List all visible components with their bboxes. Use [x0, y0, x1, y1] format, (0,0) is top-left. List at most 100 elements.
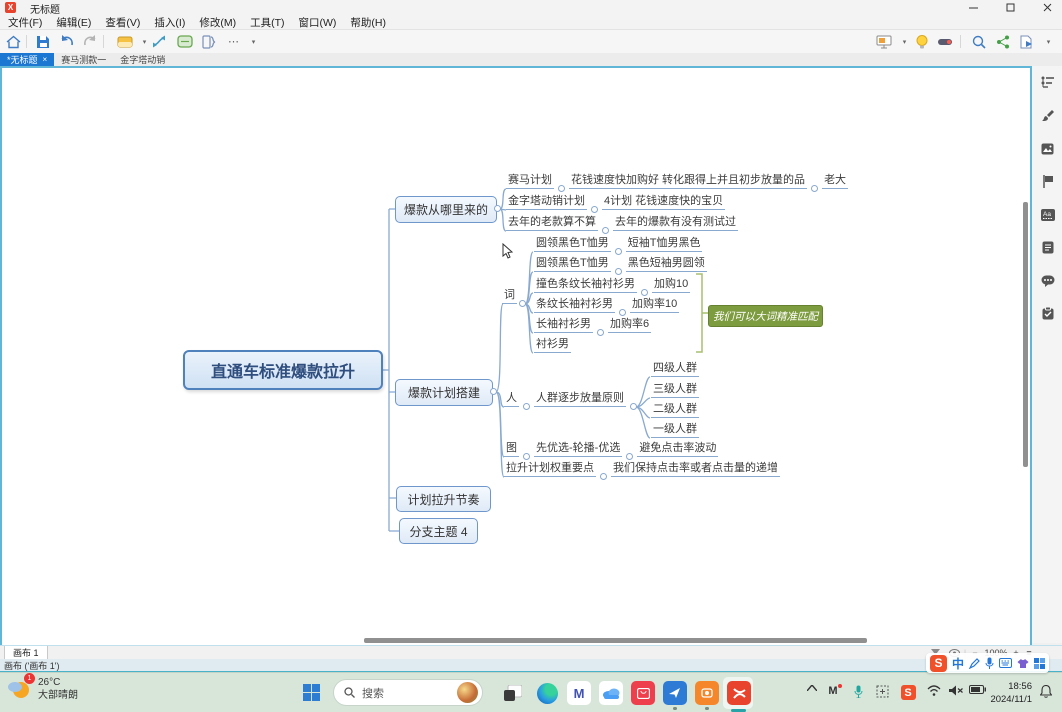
search-icon[interactable] [970, 33, 987, 50]
close-button[interactable] [1032, 0, 1062, 15]
connector-dot[interactable] [615, 268, 622, 275]
collapse-dot[interactable] [490, 388, 497, 395]
summary-callout[interactable]: 我们可以大词精准匹配 [708, 305, 823, 327]
tray-expand-icon[interactable] [804, 685, 820, 691]
connector-dot[interactable] [615, 248, 622, 255]
redo-icon[interactable] [82, 33, 99, 50]
start-button[interactable] [303, 684, 320, 701]
topic-text[interactable]: 去年的老款算不算 [506, 215, 598, 231]
connector-dot[interactable] [558, 185, 565, 192]
menu-view[interactable]: 查看(V) [105, 15, 140, 30]
undo-icon[interactable] [58, 33, 75, 50]
topic-row[interactable]: 撞色条纹长袖衬衫男 加购10 [534, 277, 690, 293]
topic-text[interactable]: 拉升计划权重要点 [504, 461, 596, 477]
lightbulb-icon[interactable] [913, 33, 930, 50]
weather-widget[interactable]: 1 26°C 大部晴朗 [6, 676, 78, 702]
outline-icon[interactable] [1040, 74, 1055, 89]
menu-modify[interactable]: 修改(M) [199, 15, 236, 30]
edge-browser-icon[interactable] [535, 681, 559, 705]
topic-text[interactable]: 人群逐步放量原则 [534, 391, 626, 407]
ime-mic-icon[interactable] [985, 657, 994, 669]
menu-help[interactable]: 帮助(H) [350, 15, 386, 30]
ime-mode-toggle[interactable]: 中 [952, 655, 964, 672]
collapse-dot[interactable] [630, 403, 637, 410]
topic-row[interactable]: 条纹长袖衬衫男 加购率10 [534, 297, 679, 313]
collapse-dot[interactable] [519, 300, 526, 307]
menu-insert[interactable]: 插入(I) [154, 15, 185, 30]
topic-row[interactable]: 二级人群 [651, 402, 699, 418]
topic-text[interactable]: 图 [504, 441, 519, 457]
menu-window[interactable]: 窗口(W) [299, 15, 337, 30]
topic-text[interactable]: 四级人群 [651, 361, 699, 377]
red-app-icon[interactable] [631, 681, 655, 705]
topic-row[interactable]: 衬衫男 [534, 337, 571, 353]
tab-untitled[interactable]: *无标题 × [0, 53, 54, 66]
sogou-logo-icon[interactable]: S [930, 655, 947, 672]
menu-tools[interactable]: 工具(T) [250, 15, 284, 30]
tray-m-icon[interactable]: M [826, 685, 844, 697]
relationship-icon[interactable] [150, 33, 167, 50]
presentation-dropdown-icon[interactable]: ▾ [896, 33, 913, 50]
topic-text[interactable]: 花钱速度快加购好 转化跟得上并且初步放量的品 [569, 173, 807, 189]
collapse-dot[interactable] [494, 205, 501, 212]
topic-text[interactable]: 撞色条纹长袖衬衫男 [534, 277, 637, 293]
topic-text[interactable]: 加购率10 [630, 297, 679, 313]
topic-text[interactable]: 条纹长袖衬衫男 [534, 297, 615, 313]
topic-text[interactable]: 圆领黑色T恤男 [534, 256, 611, 272]
topic-text[interactable]: 圆领黑色T恤男 [534, 236, 611, 252]
menu-file[interactable]: 文件(F) [8, 15, 42, 30]
topic-text[interactable]: 衬衫男 [534, 337, 571, 353]
topic-text[interactable]: 我们保持点击率或者点击量的递增 [611, 461, 780, 477]
more-dropdown-icon[interactable]: ▾ [245, 33, 262, 50]
pointer-icon[interactable] [936, 33, 953, 50]
topic-row-weight[interactable]: 拉升计划权重要点 我们保持点击率或者点击量的递增 [504, 461, 780, 477]
topic-text[interactable]: 加购率6 [608, 317, 651, 333]
mindmaster-icon[interactable]: M [567, 681, 591, 705]
label-text-icon[interactable]: Aa [1040, 207, 1055, 222]
ime-pen-icon[interactable] [969, 658, 980, 669]
topic-text[interactable]: 赛马计划 [506, 173, 554, 189]
connector-dot[interactable] [523, 403, 530, 410]
connector-dot[interactable] [591, 206, 598, 213]
topic-row[interactable]: 去年的老款算不算 去年的爆款有没有测试过 [506, 215, 738, 231]
marker-flag-icon[interactable] [1040, 174, 1055, 189]
maximize-button[interactable] [995, 0, 1025, 15]
export-dropdown-icon[interactable]: ▾ [1040, 33, 1057, 50]
search-input[interactable]: 搜索 [333, 679, 483, 706]
topic-text[interactable]: 短袖T恤男黑色 [626, 236, 703, 252]
boundary-icon[interactable] [176, 33, 193, 50]
ime-toolbox-icon[interactable] [1034, 658, 1045, 669]
connector-dot[interactable] [523, 453, 530, 460]
branch-subtopic4[interactable]: 分支主题 4 [399, 518, 478, 544]
tray-wifi-icon[interactable] [926, 685, 942, 696]
topic-text[interactable]: 一级人群 [651, 422, 699, 438]
connector-dot[interactable] [600, 473, 607, 480]
connector-dot[interactable] [597, 329, 604, 336]
topic-text[interactable]: 金字塔动销计划 [506, 194, 587, 210]
tab-saima[interactable]: 赛马测款一 [54, 53, 113, 66]
home-icon[interactable] [5, 33, 22, 50]
root-topic[interactable]: 直通车标准爆款拉升 [183, 350, 383, 390]
topic-row-word[interactable]: 词 [502, 288, 517, 304]
topic-text[interactable]: 人 [504, 391, 519, 407]
topic-row[interactable]: 三级人群 [651, 382, 699, 398]
xmind-app-icon[interactable] [727, 681, 751, 705]
summary-icon[interactable] [200, 33, 217, 50]
topic-text[interactable]: 先优选-轮播-优选 [534, 441, 622, 457]
topic-text[interactable]: 加购10 [652, 277, 690, 293]
format-brush-icon[interactable] [1040, 108, 1055, 123]
topic-row[interactable]: 圆领黑色T恤男 黑色短袖男圆领 [534, 256, 707, 272]
topic-text[interactable]: 词 [502, 288, 517, 304]
mindmap-canvas[interactable]: 直通车标准爆款拉升 爆款从哪里来的 爆款计划搭建 计划拉升节奏 分支主题 4 赛… [0, 66, 1032, 645]
topic-row[interactable]: 金字塔动销计划 4计划 花钱速度快的宝贝 [506, 194, 725, 210]
connector-dot[interactable] [619, 309, 626, 316]
topic-row-pic[interactable]: 图 先优选-轮播-优选 避免点击率波动 [504, 441, 718, 457]
topic-text[interactable]: 老大 [822, 173, 848, 189]
ime-skin-icon[interactable] [1017, 658, 1029, 669]
topic-text[interactable]: 三级人群 [651, 382, 699, 398]
share-icon[interactable] [994, 33, 1011, 50]
tab-close-icon[interactable]: × [43, 55, 48, 64]
task-clipboard-icon[interactable] [1040, 306, 1055, 321]
tray-battery-icon[interactable] [967, 685, 987, 694]
branch-rhythm[interactable]: 计划拉升节奏 [396, 486, 491, 512]
